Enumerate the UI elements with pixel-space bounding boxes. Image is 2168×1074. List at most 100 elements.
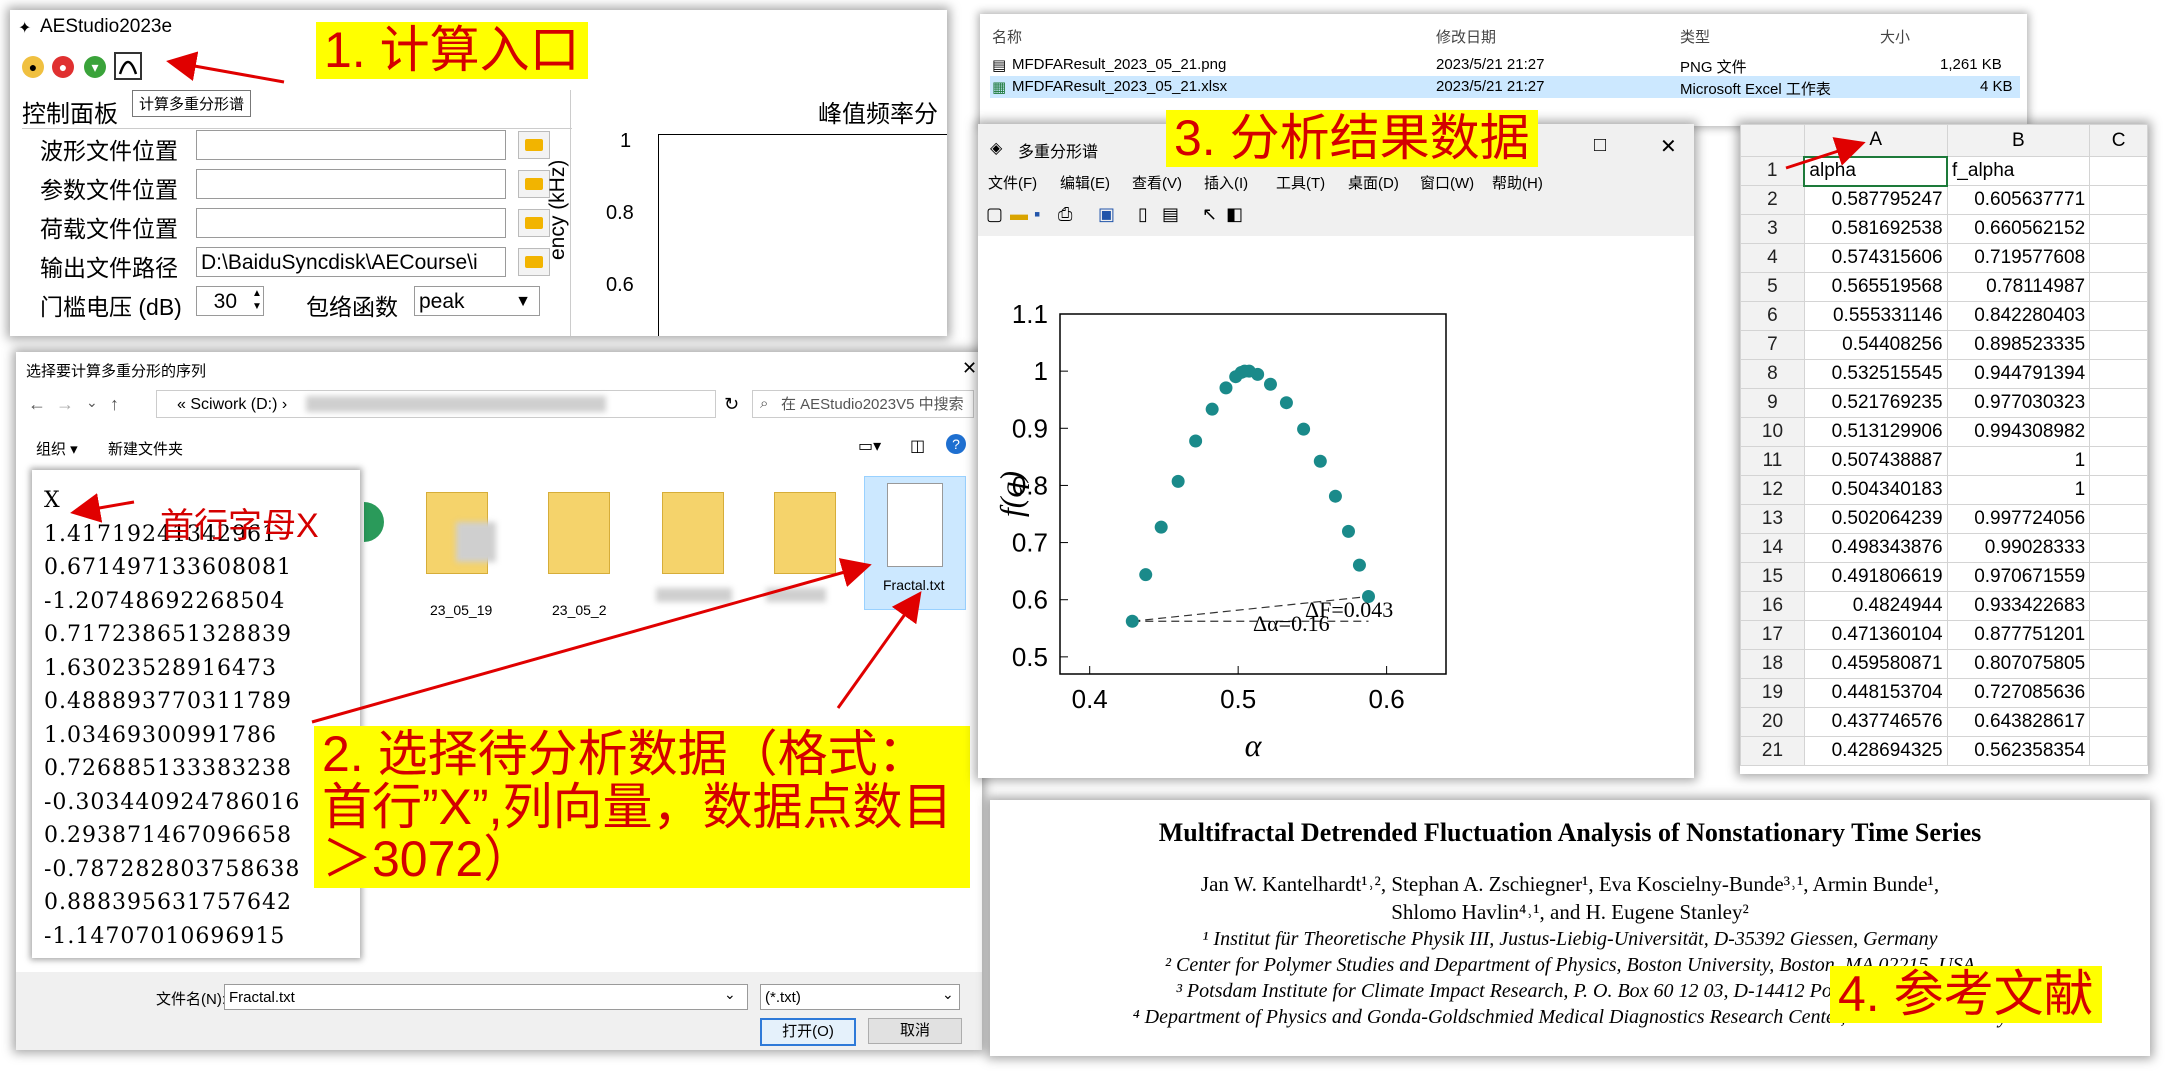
filename-input[interactable]: Fractal.txt (224, 984, 748, 1010)
file-type-filter[interactable]: (*.txt) (760, 984, 960, 1010)
row-header[interactable]: 1 (1740, 156, 1805, 186)
row-header[interactable]: 16 (1740, 591, 1805, 621)
cell[interactable] (2089, 707, 2148, 737)
settings-icon[interactable]: ● (22, 56, 44, 78)
cell-f-alpha[interactable]: 0.842280403 (1946, 301, 2091, 331)
folder-icon[interactable] (548, 492, 610, 574)
cell[interactable] (2089, 678, 2148, 708)
chevron-down-icon[interactable]: ⌄ (724, 986, 736, 1003)
print-icon[interactable]: ⎙ (1058, 204, 1072, 225)
waveform-file-input[interactable] (196, 130, 506, 160)
cell[interactable] (2089, 330, 2148, 360)
open-button[interactable]: 打开(O) (760, 1018, 856, 1046)
new-figure-icon[interactable]: ▢ (986, 204, 1003, 225)
cell[interactable] (2089, 562, 2148, 592)
menu-help[interactable]: 帮助(H) (1492, 172, 1543, 193)
cell-alpha[interactable]: 0.507438887 (1803, 446, 1948, 476)
row-header[interactable]: 10 (1740, 417, 1805, 447)
pointer-icon[interactable]: ↖ (1202, 204, 1217, 225)
cell-alpha[interactable]: 0.565519568 (1803, 272, 1948, 302)
cell-f-alpha[interactable]: 0.562358354 (1946, 736, 2091, 766)
download-icon[interactable]: ▾ (84, 56, 106, 78)
menu-view[interactable]: 查看(V) (1132, 172, 1182, 193)
cell[interactable] (2089, 214, 2148, 244)
view-icon[interactable]: ▭▾ (858, 436, 881, 456)
row-header[interactable]: 20 (1740, 707, 1805, 737)
row-header[interactable]: 13 (1740, 504, 1805, 534)
row-header[interactable]: 14 (1740, 533, 1805, 563)
colorbar-icon[interactable]: ▯ (1138, 204, 1148, 225)
new-folder-button[interactable]: 新建文件夹 (108, 438, 183, 459)
folder-icon[interactable] (774, 492, 836, 574)
forward-arrow-icon[interactable]: → (56, 394, 74, 415)
multifractal-spectrum-button[interactable] (114, 52, 142, 80)
row-header[interactable]: 5 (1740, 272, 1805, 302)
cell-alpha[interactable]: 0.555331146 (1803, 301, 1948, 331)
menu-insert[interactable]: 插入(I) (1204, 172, 1248, 193)
cell-f-alpha[interactable]: 0.605637771 (1946, 185, 2091, 215)
cell-f-alpha[interactable]: 0.994308982 (1946, 417, 2091, 447)
cell-alpha[interactable]: 0.459580871 (1803, 649, 1948, 679)
cell[interactable] (2089, 417, 2148, 447)
file-row-selected[interactable]: ▦ MFDFAResult_2023_05_21.xlsx 2023/5/21 … (990, 76, 2020, 98)
column-name[interactable]: 名称 (992, 26, 1022, 47)
cell-f-alpha[interactable]: 0.807075805 (1946, 649, 2091, 679)
up-arrow-icon[interactable]: ↑ (110, 394, 119, 415)
menu-desktop[interactable]: 桌面(D) (1348, 172, 1399, 193)
cell-f-alpha[interactable]: 0.660562152 (1946, 214, 2091, 244)
selected-file-tile[interactable]: Fractal.txt (864, 476, 966, 610)
cell[interactable] (2089, 243, 2148, 273)
cell-alpha[interactable]: 0.437746576 (1803, 707, 1948, 737)
folder-icon[interactable] (662, 492, 724, 574)
close-icon[interactable]: ✕ (962, 358, 977, 379)
cell-f-alpha[interactable]: 0.997724056 (1946, 504, 2091, 534)
cell[interactable] (2089, 533, 2148, 563)
pane-icon[interactable]: ◫ (910, 436, 925, 456)
chevron-down-icon[interactable]: ⌄ (86, 394, 98, 411)
cell[interactable] (2089, 272, 2148, 302)
file-row[interactable]: ▤ MFDFAResult_2023_05_21.png 2023/5/21 2… (990, 54, 2020, 76)
maximize-icon[interactable]: □ (1594, 134, 1606, 157)
cell[interactable] (2089, 388, 2148, 418)
row-header[interactable]: 3 (1740, 214, 1805, 244)
save-icon[interactable]: ▪ (1034, 204, 1040, 225)
cell-alpha[interactable]: 0.448153704 (1803, 678, 1948, 708)
cell-alpha[interactable]: 0.54408256 (1803, 330, 1948, 360)
cell-alpha[interactable]: 0.521769235 (1803, 388, 1948, 418)
output-path-input[interactable]: D:\BaiduSyncdisk\AECourse\i (196, 247, 506, 277)
refresh-icon[interactable]: ↻ (724, 394, 739, 415)
cell[interactable] (2089, 475, 2148, 505)
row-header[interactable]: 4 (1740, 243, 1805, 273)
property-editor-icon[interactable]: ◧ (1226, 204, 1243, 225)
cell-f-alpha[interactable]: 0.643828617 (1946, 707, 2091, 737)
column-header-c[interactable]: C (2089, 124, 2148, 157)
cell-f-alpha[interactable]: 0.78114987 (1946, 272, 2091, 302)
row-header[interactable]: 11 (1740, 446, 1805, 476)
cell-header-f-alpha[interactable]: f_alpha (1946, 156, 2091, 186)
menu-window[interactable]: 窗口(W) (1420, 172, 1474, 193)
link-icon[interactable]: ▣ (1098, 204, 1115, 225)
row-header[interactable]: 9 (1740, 388, 1805, 418)
cell-alpha[interactable]: 0.491806619 (1803, 562, 1948, 592)
cell[interactable] (2089, 591, 2148, 621)
select-all-corner[interactable] (1740, 124, 1805, 157)
back-arrow-icon[interactable]: ← (28, 394, 46, 415)
cancel-button[interactable]: 取消 (868, 1018, 962, 1044)
folder-icon[interactable] (518, 131, 550, 159)
cell-f-alpha[interactable]: 1 (1946, 446, 2091, 476)
cell-f-alpha[interactable]: 0.99028333 (1946, 533, 2091, 563)
cell-alpha[interactable]: 0.532515545 (1803, 359, 1948, 389)
cell-f-alpha[interactable]: 0.977030323 (1946, 388, 2091, 418)
cell[interactable] (2089, 736, 2148, 766)
cell-alpha[interactable]: 0.574315606 (1803, 243, 1948, 273)
column-type[interactable]: 类型 (1680, 26, 1710, 47)
cell-alpha[interactable]: 0.428694325 (1803, 736, 1948, 766)
row-header[interactable]: 6 (1740, 301, 1805, 331)
cell-header-alpha[interactable]: alpha (1803, 155, 1949, 187)
cell-alpha[interactable]: 0.581692538 (1803, 214, 1948, 244)
row-header[interactable]: 8 (1740, 359, 1805, 389)
close-icon[interactable]: ✕ (1660, 134, 1677, 159)
menu-edit[interactable]: 编辑(E) (1060, 172, 1110, 193)
row-header[interactable]: 17 (1740, 620, 1805, 650)
menu-file[interactable]: 文件(F) (988, 172, 1037, 193)
